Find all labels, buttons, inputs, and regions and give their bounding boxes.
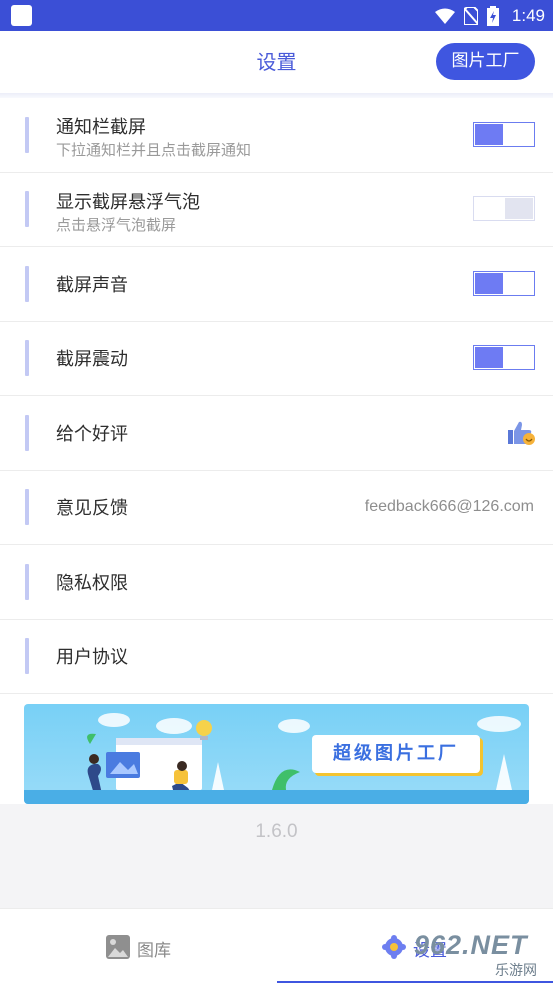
setting-screenshot-sound[interactable]: 截屏声音 [0,247,553,322]
setting-label: 用户协议 [56,647,128,669]
row-accent-bar [25,638,29,675]
app-notification-icon [11,5,32,26]
toggle-knob [475,347,503,369]
thumbs-up-icon[interactable] [507,420,535,446]
app-version: 1.6.0 [255,821,298,842]
gallery-icon [106,935,130,959]
row-accent-bar [25,563,29,600]
status-icons: 1:49 [434,0,545,31]
setting-label: 意见反馈 [56,498,128,520]
setting-label: 截屏声音 [56,274,128,296]
banner-ground [24,790,529,804]
banner-slogan-box: 超级图片工厂 [312,735,480,773]
row-accent-bar [25,116,29,153]
watermark-subtext: 乐游网 [492,960,540,980]
toggle-knob [475,123,503,145]
picture-factory-button[interactable]: 图片工厂 [436,43,535,80]
setting-description: 点击悬浮气泡截屏 [56,215,177,234]
setting-label: 隐私权限 [56,572,128,594]
no-sim-icon [463,6,478,25]
floating-bubble-toggle[interactable] [473,196,535,222]
setting-label: 显示截屏悬浮气泡 [56,191,200,213]
feedback-email[interactable]: feedback666@126.com [365,498,534,516]
screenshot-sound-toggle[interactable] [473,270,535,296]
banner-slogan: 超级图片工厂 [333,743,459,764]
status-bar: 1:49 [0,0,553,31]
setting-label: 通知栏截屏 [56,117,146,138]
tab-gallery[interactable]: 图库 [0,909,276,981]
setting-rate-app[interactable]: 给个好评 [0,396,553,471]
setting-privacy[interactable]: 隐私权限 [0,545,553,620]
gear-icon [382,935,406,959]
site-watermark: 962.NET 乐游网 [414,930,546,980]
notification-screenshot-toggle[interactable] [473,121,535,147]
setting-screenshot-vibration[interactable]: 截屏震动 [0,321,553,396]
row-accent-bar [25,265,29,302]
promo-banner[interactable]: 超级图片工厂 [24,704,529,804]
screenshot-vibration-toggle[interactable] [473,345,535,371]
toggle-knob [505,198,533,220]
setting-user-agreement[interactable]: 用户协议 [0,619,553,694]
row-accent-bar [25,340,29,377]
tab-gallery-label: 图库 [137,941,171,961]
row-accent-bar [25,191,29,228]
battery-icon [486,5,499,26]
status-time: 1:49 [511,5,545,25]
footer-area: 1.6.0 [0,804,553,908]
setting-floating-bubble[interactable]: 显示截屏悬浮气泡 点击悬浮气泡截屏 [0,172,553,247]
setting-description: 下拉通知栏并且点击截屏通知 [56,141,252,159]
row-accent-bar [25,414,29,451]
setting-notification-screenshot[interactable]: 通知栏截屏 下拉通知栏并且点击截屏通知 [0,98,553,173]
header: 设置 图片工厂 [0,31,553,93]
wifi-icon [434,8,455,24]
toggle-knob [475,272,503,294]
settings-list: 通知栏截屏 下拉通知栏并且点击截屏通知 显示截屏悬浮气泡 点击悬浮气泡截屏 截屏… [0,98,553,694]
watermark-text: 962.NET [414,930,528,960]
setting-label: 给个好评 [56,423,128,445]
setting-feedback[interactable]: 意见反馈 feedback666@126.com [0,470,553,545]
row-accent-bar [25,489,29,526]
setting-label: 截屏震动 [56,349,128,371]
